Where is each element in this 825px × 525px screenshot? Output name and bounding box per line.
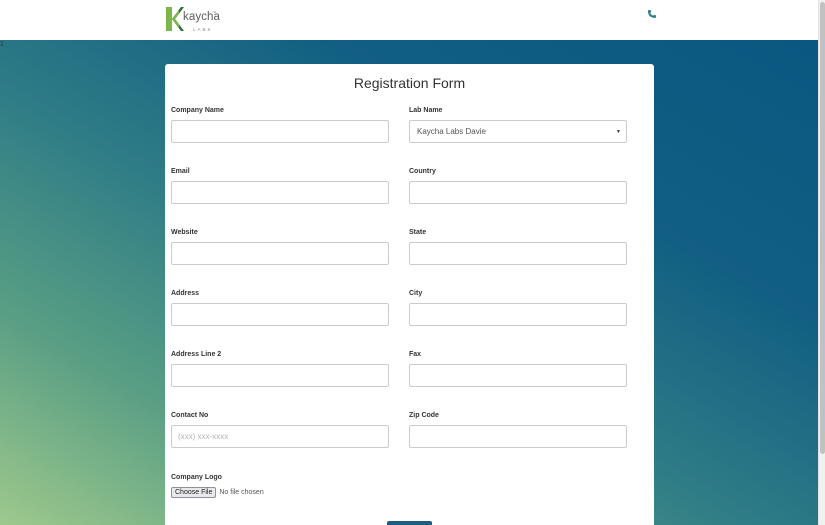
file-status-text: No file chosen (219, 489, 264, 496)
website-label: Website (171, 229, 198, 236)
zip-code-label: Zip Code (409, 412, 439, 419)
city-input[interactable] (409, 303, 627, 326)
vertical-scrollbar[interactable] (818, 0, 825, 525)
registration-card: Registration Form Company Name Lab Name … (165, 64, 654, 525)
kaycha-labs-logo[interactable]: kaycha ™ LABS (166, 7, 220, 34)
lab-name-select[interactable]: Kaycha Labs Davie ▼ (409, 120, 627, 143)
address-input[interactable] (171, 303, 389, 326)
email-label: Email (171, 168, 190, 175)
caret-down-icon: ▼ (616, 129, 621, 135)
state-label: State (409, 229, 427, 236)
logo-subtitle: LABS (193, 27, 213, 32)
submit-button[interactable] (387, 521, 432, 525)
state-input[interactable] (409, 242, 627, 265)
country-input[interactable] (409, 181, 627, 204)
email-input[interactable] (171, 181, 389, 204)
company-logo-file-input: Choose File No file chosen (171, 487, 264, 498)
logo-k-icon (166, 7, 184, 31)
fax-label: Fax (409, 351, 422, 358)
lab-name-selected-value: Kaycha Labs Davie (417, 127, 486, 136)
address-line-2-label: Address Line 2 (171, 351, 222, 358)
company-logo-label: Company Logo (171, 474, 222, 481)
contact-no-input[interactable]: (xxx) xxx-xxxx (171, 425, 389, 448)
top-header: kaycha ™ LABS (0, 0, 818, 40)
fax-input[interactable] (409, 364, 627, 387)
zip-code-input[interactable] (409, 425, 627, 448)
contact-no-placeholder: (xxx) xxx-xxxx (178, 432, 229, 441)
address-label: Address (171, 290, 200, 297)
logo-trademark: ™ (212, 10, 216, 15)
scrollbar-thumb[interactable] (820, 2, 825, 454)
city-label: City (409, 290, 423, 297)
company-name-input[interactable] (171, 120, 389, 143)
form-title: Registration Form (353, 75, 466, 91)
address-line-2-input[interactable] (171, 364, 389, 387)
page-marker: 1 (0, 41, 4, 48)
website-input[interactable] (171, 242, 389, 265)
phone-icon[interactable] (647, 9, 657, 19)
company-name-label: Company Name (171, 107, 224, 114)
contact-no-label: Contact No (171, 412, 209, 419)
lab-name-label: Lab Name (409, 107, 443, 114)
country-label: Country (409, 168, 436, 175)
choose-file-button[interactable]: Choose File (171, 487, 217, 498)
